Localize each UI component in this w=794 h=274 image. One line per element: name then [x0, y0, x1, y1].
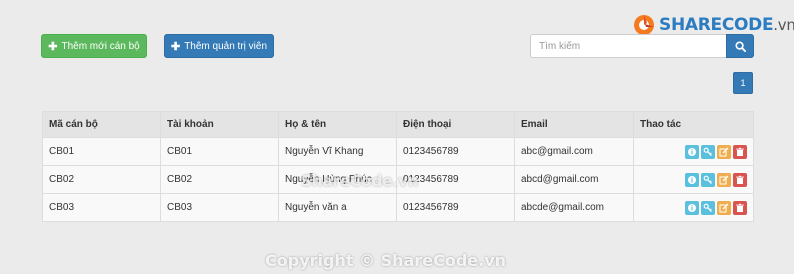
watermark-center: ShareCode.vn [301, 172, 419, 190]
key-icon [703, 203, 712, 212]
header-actions: Thao tác [633, 111, 754, 138]
cell-staff-id: CB03 [42, 193, 161, 222]
search-button[interactable] [726, 34, 754, 58]
logo-name: SHARECODE [659, 15, 774, 35]
info-icon [688, 175, 696, 184]
info-icon [688, 203, 696, 212]
header-account: Tài khoản [160, 111, 279, 138]
cell-staff-id: CB01 [42, 137, 161, 166]
cell-full-name: Nguyễn văn a [278, 193, 397, 222]
cell-full-name: Nguyễn Vĩ Khang [278, 137, 397, 166]
cell-account: CB01 [160, 137, 279, 166]
cell-actions [633, 137, 754, 166]
add-staff-label: Thêm mới cán bộ [61, 40, 140, 52]
cell-phone: 0123456789 [396, 193, 515, 222]
cell-phone: 0123456789 [396, 137, 515, 166]
delete-icon [736, 147, 744, 156]
edit-button[interactable] [717, 172, 731, 187]
cell-staff-id: CB02 [42, 165, 161, 194]
delete-icon [736, 175, 744, 184]
header-staff-id: Mã cán bộ [42, 111, 161, 138]
add-admin-label: Thêm quản trị viên [184, 40, 268, 52]
cell-actions [633, 165, 754, 194]
edit-icon [719, 203, 729, 212]
cell-account: CB03 [160, 193, 279, 222]
key-button[interactable] [701, 200, 715, 215]
add-staff-button[interactable]: ✚ Thêm mới cán bộ [41, 34, 147, 58]
header-email: Email [514, 111, 634, 138]
edit-icon [719, 175, 729, 184]
edit-button[interactable] [717, 144, 731, 159]
cell-account: CB02 [160, 165, 279, 194]
table-header-row: Mã cán bộ Tài khoản Họ & tên Điện thoại … [42, 111, 754, 138]
cell-email: abc@gmail.com [514, 137, 634, 166]
key-icon [703, 175, 712, 184]
cell-email: abcde@gmail.com [514, 193, 634, 222]
logo-text: SHARECODE.vn [659, 15, 794, 35]
add-admin-button[interactable]: ✚ Thêm quản trị viên [164, 34, 274, 58]
cell-email: abcd@gmail.com [514, 165, 634, 194]
search-input[interactable] [530, 34, 726, 58]
watermark-copyright: Copyright © ShareCode.vn [265, 251, 507, 270]
header-full-name: Họ & tên [278, 111, 397, 138]
key-icon [703, 147, 712, 156]
info-button[interactable] [685, 172, 699, 187]
delete-button[interactable] [733, 200, 747, 215]
logo-suffix: .vn [773, 16, 794, 34]
info-button[interactable] [685, 144, 699, 159]
edit-button[interactable] [717, 200, 731, 215]
search-icon [734, 40, 746, 52]
plus-icon: ✚ [48, 40, 58, 53]
pagination-page-1[interactable]: 1 [733, 72, 753, 94]
table-row: CB01 CB01 Nguyễn Vĩ Khang 0123456789 abc… [42, 137, 754, 166]
search-group [530, 34, 754, 58]
plus-icon: ✚ [170, 40, 181, 53]
staff-table: Mã cán bộ Tài khoản Họ & tên Điện thoại … [42, 111, 754, 222]
cell-actions [633, 193, 754, 222]
info-button[interactable] [685, 200, 699, 215]
key-button[interactable] [701, 144, 715, 159]
delete-button[interactable] [733, 144, 747, 159]
logo-mark-icon [633, 14, 655, 36]
delete-icon [736, 203, 744, 212]
delete-button[interactable] [733, 172, 747, 187]
edit-icon [719, 147, 729, 156]
table-row: CB03 CB03 Nguyễn văn a 0123456789 abcde@… [42, 193, 754, 222]
info-icon [688, 147, 696, 156]
header-phone: Điện thoại [396, 111, 515, 138]
key-button[interactable] [701, 172, 715, 187]
